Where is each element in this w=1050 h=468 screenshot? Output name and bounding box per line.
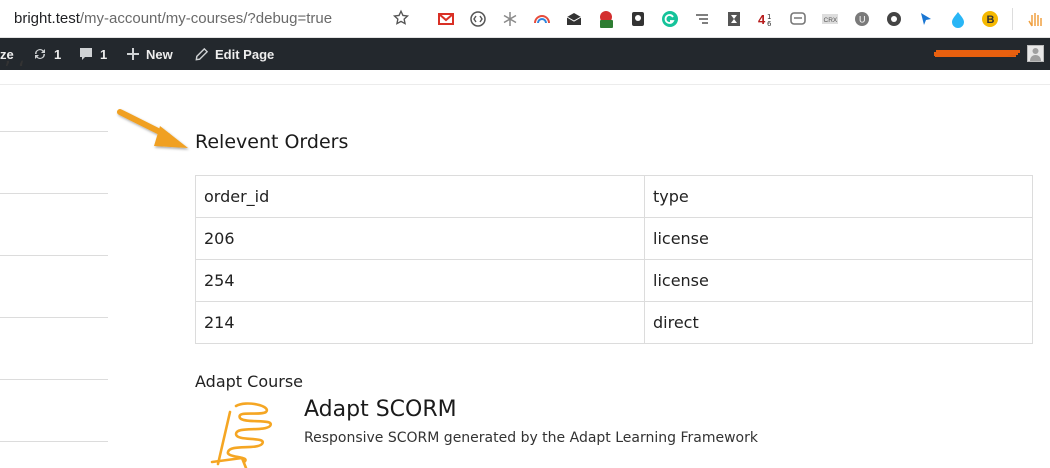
redacted-username-scribble [933,50,1021,57]
page-content: ʼ ʻ Relevent Orders order_id type 206 li… [0,58,1050,468]
code-bracket-icon[interactable] [462,8,494,30]
list-indent-icon[interactable] [686,8,718,30]
svg-text:6: 6 [767,20,772,28]
counter-icon[interactable]: 416 [750,8,782,30]
edit-page-label: Edit Page [215,46,275,62]
user-silhouette-icon [1030,48,1041,61]
edit-page-menu-item[interactable]: Edit Page [194,38,274,70]
sidebar-divider [0,379,108,380]
url-host: bright.test [14,10,80,27]
droplet-icon[interactable] [942,8,974,30]
chat-bubble-icon[interactable] [782,8,814,30]
sidebar-divider [0,317,108,318]
crx-icon[interactable]: CRX [814,8,846,30]
svg-text:B: B [987,14,995,26]
sidebar-divider [0,131,108,132]
plus-icon [127,48,139,60]
rainbow-arc-icon[interactable] [526,8,558,30]
annotation-arrow-icon [117,109,188,148]
grammarly-icon[interactable] [654,8,686,30]
updates-count: 1 [54,46,62,62]
divider [0,84,1050,85]
toolbar-separator [1012,8,1013,30]
sidebar-divider [0,193,108,194]
pencil-icon [195,47,209,60]
lightbulb-icon[interactable] [622,8,654,30]
svg-text:CRX: CRX [824,17,838,24]
cut-off-title-fragment: ʼ ʻ [4,58,25,83]
orders-table: order_id type 206 license 254 license 21… [195,175,1033,344]
wp-admin-bar: ze 1 1 New Edit Page [0,38,1050,70]
record-circle-icon[interactable] [878,8,910,30]
address-bar[interactable]: bright.test/my-account/my-courses/?debug… [14,10,332,27]
order-type-cell: direct [644,301,1033,344]
hand-icon[interactable] [1019,8,1050,30]
sidebar-divider [0,441,108,442]
svg-text:U: U [859,15,866,25]
comments-menu-item[interactable]: 1 [78,38,107,70]
course-section-label: Adapt Course [195,372,303,391]
order-id-cell: 254 [195,259,645,302]
course-title[interactable]: Adapt SCORM [304,397,457,422]
order-id-cell: 214 [195,301,645,344]
table-header-row: order_id type [195,175,1033,218]
new-content-menu-item[interactable]: New [126,38,173,70]
timer-badge-icon[interactable] [590,8,622,30]
gmail-icon[interactable] [430,8,462,30]
comments-count: 1 [100,46,108,62]
url-path: /my-account/my-courses/?debug=true [79,10,333,27]
orders-heading: Relevent Orders [195,131,349,153]
updates-refresh-icon [35,49,45,59]
order-type-cell: license [644,259,1033,302]
extension-toolbar: 4 1 6 CRX U B [430,8,1050,30]
adapt-logo-icon [210,402,272,468]
comment-bubble-icon [80,48,92,60]
table-row: 206 license [195,217,1033,260]
order-type-cell: license [644,217,1033,260]
snowflake-icon[interactable] [494,8,526,30]
bookmark-star-icon[interactable] [392,9,410,27]
cursor-arrow-icon[interactable] [910,8,942,30]
column-header-order-id: order_id [195,175,645,218]
svg-text:4: 4 [758,12,766,27]
mail-envelope-icon[interactable] [558,8,590,30]
table-row: 254 license [195,259,1033,302]
sidebar-divider [0,255,108,256]
column-header-type: type [644,175,1033,218]
u-circle-icon[interactable]: U [846,8,878,30]
order-id-cell: 206 [195,217,645,260]
new-label: New [146,46,173,62]
course-description: Responsive SCORM generated by the Adapt … [304,430,758,446]
updates-menu-item[interactable]: 1 [32,38,61,70]
hourglass-icon[interactable] [718,8,750,30]
browser-toolbar: bright.test/my-account/my-courses/?debug… [0,0,1050,38]
user-avatar[interactable] [1027,45,1044,62]
b-circle-icon[interactable]: B [974,8,1006,30]
table-row: 214 direct [195,301,1033,344]
